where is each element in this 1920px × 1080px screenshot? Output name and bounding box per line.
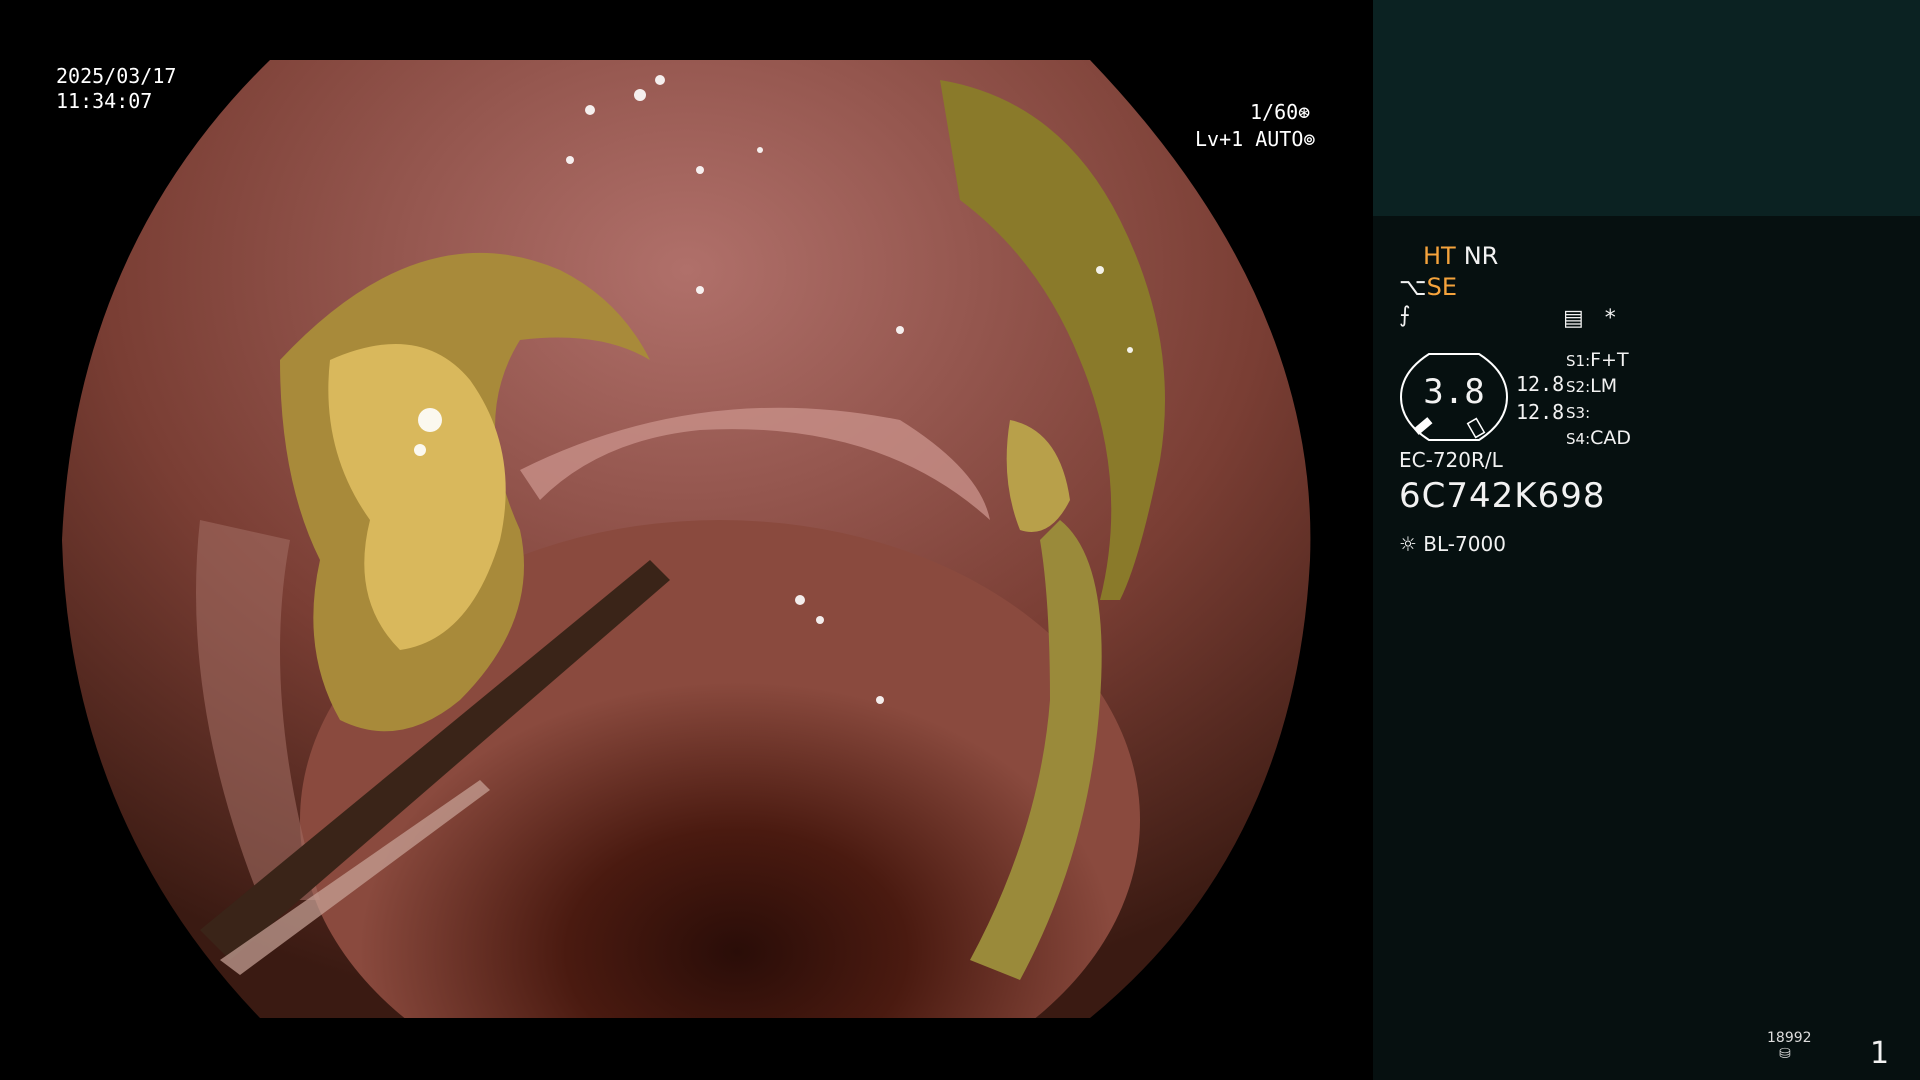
endoscope-image bbox=[62, 60, 1311, 1018]
page-number: 1 bbox=[1870, 1036, 1890, 1071]
light-source-row: ☼ BL-7000 bbox=[1399, 532, 1506, 556]
time-text: 11:34:07 bbox=[56, 89, 153, 113]
se-row: ⌥SE bbox=[1399, 273, 1457, 301]
menu-row: ▤ * bbox=[1563, 306, 1616, 331]
status-panel: HT NR ⌥SE ⨍ ▤ * 3.8 12.8 12.8 S1:F+T S2:L… bbox=[1373, 0, 1920, 1080]
thumbnail-area bbox=[1373, 0, 1920, 216]
database-icon: ⛁ bbox=[1779, 1046, 1791, 1062]
level-readouts: 12.8 12.8 bbox=[1516, 370, 1564, 426]
storage-count: 18992 bbox=[1767, 1030, 1812, 1046]
level-1: 12.8 bbox=[1516, 372, 1565, 396]
slot-value: F+T bbox=[1590, 349, 1629, 371]
exposure-text: Lv+1 AUTO bbox=[1195, 127, 1304, 151]
slot-key: S3: bbox=[1566, 404, 1591, 422]
slot-row: S3: bbox=[1566, 400, 1631, 426]
exposure-overlay: Lv+1 AUTO⊚ bbox=[1195, 127, 1315, 152]
dial-value: 3.8 bbox=[1423, 372, 1485, 412]
menu-icon: ▤ bbox=[1563, 306, 1584, 331]
scope-serial: 6C742K698 bbox=[1399, 476, 1606, 516]
slot-key: S2: bbox=[1566, 378, 1591, 396]
slot-value: CAD bbox=[1590, 427, 1632, 449]
slot-list: S1:F+T S2:LM S3: S4:CAD bbox=[1566, 348, 1631, 452]
scope-model: EC-720R/L bbox=[1399, 448, 1503, 472]
mode-row: HT NR bbox=[1423, 242, 1506, 270]
ht-indicator: HT bbox=[1423, 242, 1456, 270]
date-time-overlay: 2025/03/17 11:34:07 bbox=[56, 64, 176, 114]
lamp-icon: ☼ bbox=[1399, 532, 1417, 556]
slot-row: S4:CAD bbox=[1566, 426, 1631, 452]
date-text: 2025/03/17 bbox=[56, 64, 177, 88]
slot-key: S4: bbox=[1566, 430, 1591, 448]
level-2: 12.8 bbox=[1516, 400, 1565, 424]
iris-icon: ⊛ bbox=[1298, 100, 1311, 124]
freeze-icon: ⨍ bbox=[1399, 303, 1411, 328]
brightness-dial: 3.8 bbox=[1399, 352, 1509, 442]
auto-iris-icon: ⊚ bbox=[1303, 127, 1316, 151]
light-source-text: BL-7000 bbox=[1423, 532, 1506, 556]
slot-row: S1:F+T bbox=[1566, 348, 1631, 374]
se-indicator: SE bbox=[1426, 273, 1458, 301]
menu-symbol: * bbox=[1604, 306, 1616, 331]
slot-row: S2:LM bbox=[1566, 374, 1631, 400]
shutter-overlay: 1/60⊛ bbox=[1250, 100, 1310, 125]
structure-enhance-icon: ⌥ bbox=[1399, 273, 1427, 301]
nr-indicator: NR bbox=[1463, 242, 1499, 270]
slot-key: S1: bbox=[1566, 352, 1591, 370]
endoscope-video-area: 2025/03/17 11:34:07 1/60⊛ Lv+1 AUTO⊚ bbox=[0, 0, 1373, 1080]
storage-indicator: 18992 ⛁ bbox=[1767, 1030, 1812, 1062]
shutter-text: 1/60 bbox=[1250, 100, 1299, 124]
slot-value: LM bbox=[1590, 375, 1618, 397]
